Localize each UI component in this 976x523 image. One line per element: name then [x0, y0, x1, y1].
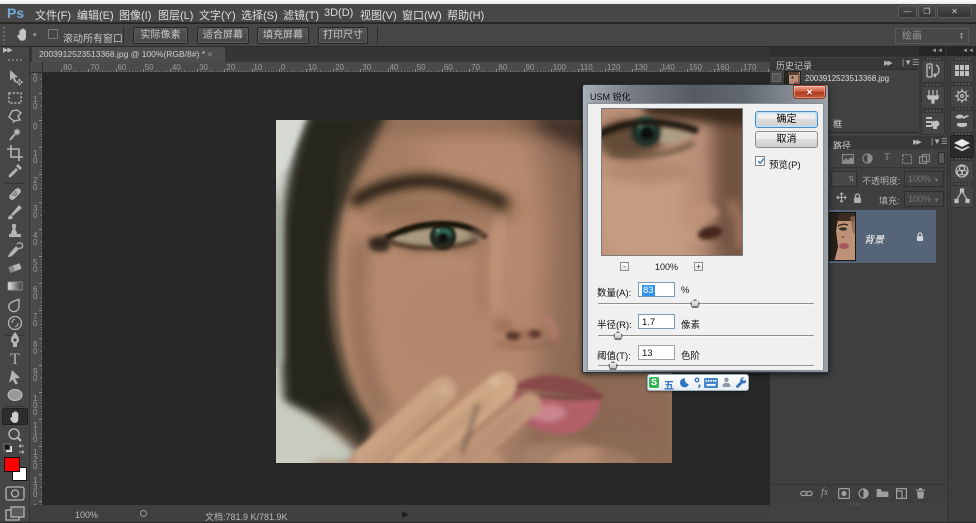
- svg-text:T: T: [10, 351, 20, 368]
